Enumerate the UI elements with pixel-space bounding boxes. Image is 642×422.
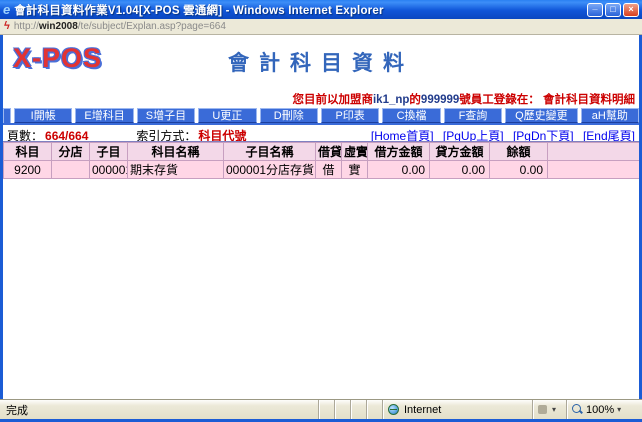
accounts-table: 科目 分店 子目 科目名稱 子目名稱 借貸 虛實 借方金額 貸方金額 餘額 固	[3, 142, 639, 179]
toolbar-stub	[3, 108, 11, 123]
status-divider	[366, 400, 382, 419]
add-subject-button[interactable]: E增科目	[75, 108, 133, 123]
title-bar: e 會計科目資料作業V1.04[X-POS 雲通網] - Windows Int…	[0, 0, 642, 19]
history-button[interactable]: Q歷史變更	[505, 108, 577, 123]
col-subject: 科目	[4, 143, 52, 161]
update-button[interactable]: U更正	[198, 108, 256, 123]
globe-icon	[388, 404, 399, 415]
cell-subject-name: 期末存貨	[128, 161, 224, 179]
minimize-button[interactable]: _	[587, 3, 603, 17]
cell-balance: 0.00	[490, 161, 548, 179]
delete-button[interactable]: D刪除	[260, 108, 318, 123]
change-file-button[interactable]: C換檔	[382, 108, 440, 123]
col-debit-amount: 借方金額	[368, 143, 430, 161]
zoom-level: 100%	[586, 404, 614, 416]
open-account-button[interactable]: I開帳	[14, 108, 72, 123]
security-zone: Internet	[382, 400, 532, 419]
merchant-id: ik1_np	[373, 94, 409, 106]
cell-subject: 9200	[4, 161, 52, 179]
accounts-table-wrap: 科目 分店 子目 科目名稱 子目名稱 借貸 虛實 借方金額 貸方金額 餘額 固	[3, 141, 639, 179]
toolbar: I開帳 E增科目 S增子目 U更正 D刪除 P印表 C換檔 F查詢 Q歷史變更 …	[3, 108, 639, 125]
cell-fixed	[548, 161, 640, 179]
col-virtual-real: 虛實	[342, 143, 368, 161]
content-filler	[3, 179, 639, 399]
cell-subitem-name: 000001分店存貨	[224, 161, 316, 179]
status-divider	[334, 400, 350, 419]
login-location: 會計科目資料明細	[543, 94, 635, 106]
col-debit-credit: 借貸	[316, 143, 342, 161]
add-subitem-button[interactable]: S增子目	[137, 108, 195, 123]
zone-label: Internet	[404, 404, 441, 416]
col-subitem: 子目	[90, 143, 128, 161]
status-text: 完成	[0, 402, 318, 418]
col-subitem-name: 子目名稱	[224, 143, 316, 161]
xpos-logo: X-POS	[13, 43, 102, 74]
employee-id: 999999	[421, 94, 459, 106]
magnifier-icon	[572, 404, 583, 415]
window-title: 會計科目資料作業V1.04[X-POS 雲通網] - Windows Inter…	[14, 2, 587, 18]
col-credit-amount: 貸方金額	[430, 143, 490, 161]
col-fixed: 固	[548, 143, 640, 161]
page-header: X-POS 會計科目資料	[3, 35, 639, 91]
col-balance: 餘額	[490, 143, 548, 161]
close-button[interactable]: ×	[623, 3, 639, 17]
table-row[interactable]: 9200 000001 期末存貨 000001分店存貨 借 實 0.00 0.0…	[4, 161, 640, 179]
page-content: X-POS 會計科目資料 您目前以加盟商ik1_np的999999號員工登錄在：…	[3, 35, 639, 399]
url-text: http://win2008/te/subject/Explan.asp?pag…	[14, 21, 226, 32]
cell-branch	[52, 161, 90, 179]
zoom-dropdown-arrow-icon: ▾	[617, 405, 621, 414]
address-bar[interactable]: ϟ http://win2008/te/subject/Explan.asp?p…	[0, 19, 642, 35]
cell-debit-amount: 0.00	[368, 161, 430, 179]
query-button[interactable]: F查詢	[444, 108, 502, 123]
status-divider	[318, 400, 334, 419]
tool-icon	[538, 405, 547, 414]
col-subject-name: 科目名稱	[128, 143, 224, 161]
favicon-icon: ϟ	[4, 21, 10, 32]
print-button[interactable]: P印表	[321, 108, 379, 123]
pager-row: 頁數： 664/664 索引方式： 科目代號 [Home首頁] [PgUp上頁]…	[3, 125, 639, 141]
cell-virtual-real: 實	[342, 161, 368, 179]
cell-credit-amount: 0.00	[430, 161, 490, 179]
ie-logo-icon: e	[3, 3, 10, 16]
dropdown-arrow-icon: ▾	[552, 405, 556, 414]
cell-debit-credit: 借	[316, 161, 342, 179]
maximize-button[interactable]: □	[605, 3, 621, 17]
cell-subitem: 000001	[90, 161, 128, 179]
browser-window: e 會計科目資料作業V1.04[X-POS 雲通網] - Windows Int…	[0, 0, 642, 422]
col-branch: 分店	[52, 143, 90, 161]
help-button[interactable]: aH幫助	[581, 108, 639, 123]
zoom-control[interactable]: 100% ▾	[566, 400, 642, 419]
status-divider	[350, 400, 366, 419]
table-header-row: 科目 分店 子目 科目名稱 子目名稱 借貸 虛實 借方金額 貸方金額 餘額 固	[4, 143, 640, 161]
status-bar: 完成 Internet ▾ 100% ▾	[0, 399, 642, 419]
login-status: 您目前以加盟商ik1_np的999999號員工登錄在： 會計科目資料明細	[3, 91, 639, 106]
status-tool[interactable]: ▾	[532, 400, 566, 419]
